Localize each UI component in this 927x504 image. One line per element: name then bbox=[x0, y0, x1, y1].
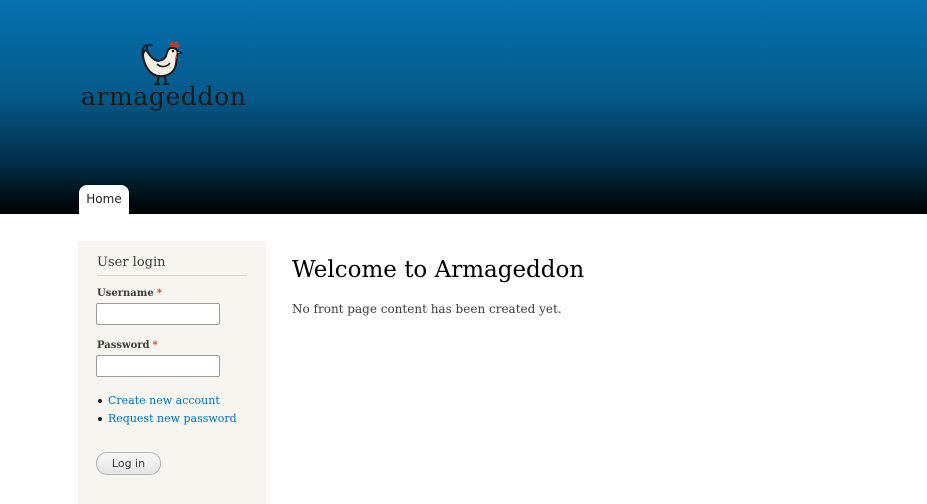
list-item: Request new password bbox=[97, 411, 237, 429]
page-title: Welcome to Armageddon bbox=[292, 257, 585, 283]
site-logo[interactable]: armageddon bbox=[81, 38, 246, 118]
username-input[interactable] bbox=[96, 303, 220, 325]
rooster-icon bbox=[141, 40, 184, 85]
required-marker: * bbox=[152, 340, 158, 351]
site-name: armageddon bbox=[81, 82, 247, 111]
password-label: Password * bbox=[97, 340, 158, 351]
password-input[interactable] bbox=[96, 355, 220, 377]
block-title: User login bbox=[97, 255, 247, 276]
username-label-text: Username bbox=[97, 288, 154, 299]
password-label-text: Password bbox=[97, 340, 150, 351]
required-marker: * bbox=[156, 288, 162, 299]
bullet-icon bbox=[98, 399, 102, 403]
tab-home[interactable]: Home bbox=[79, 185, 129, 214]
request-password-link[interactable]: Request new password bbox=[108, 412, 237, 425]
bullet-icon bbox=[98, 417, 102, 421]
login-links: Create new account Request new password bbox=[97, 393, 237, 429]
site-header: armageddon Home bbox=[0, 0, 927, 214]
front-page-message: No front page content has been created y… bbox=[292, 302, 562, 316]
list-item: Create new account bbox=[97, 393, 237, 411]
user-login-block: User login Username * Password * Create ne… bbox=[78, 241, 266, 504]
login-button[interactable]: Log in bbox=[96, 452, 161, 475]
create-account-link[interactable]: Create new account bbox=[108, 394, 220, 407]
username-label: Username * bbox=[97, 288, 162, 299]
